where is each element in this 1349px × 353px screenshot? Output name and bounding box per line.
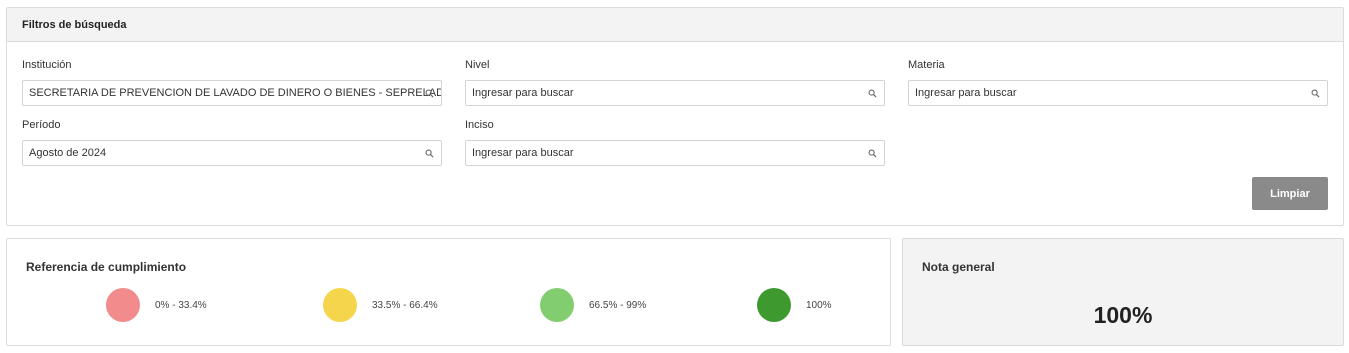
filters-panel: Filtros de búsqueda Institución SECRETAR… [6, 7, 1344, 226]
legend-dot-light-green [540, 288, 574, 322]
periodo-input[interactable]: Agosto de 2024 [22, 140, 442, 166]
periodo-value: Agosto de 2024 [29, 147, 107, 159]
nivel-placeholder: Ingresar para buscar [472, 87, 574, 99]
institucion-input[interactable]: SECRETARIA DE PREVENCION DE LAVADO DE DI… [22, 80, 442, 106]
inciso-field: Inciso Ingresar para buscar [465, 118, 885, 166]
legend-item-low: 0% - 33.4% [106, 288, 207, 322]
legend-dot-red [106, 288, 140, 322]
institucion-value: SECRETARIA DE PREVENCION DE LAVADO DE DI… [29, 87, 441, 99]
legend-label-high: 66.5% - 99% [589, 299, 647, 311]
materia-field: Materia Ingresar para buscar [908, 58, 1328, 106]
filters-title: Filtros de búsqueda [22, 18, 127, 31]
grade-value: 100% [1093, 302, 1153, 328]
search-icon[interactable] [425, 149, 434, 158]
clear-button[interactable]: Limpiar [1252, 177, 1328, 210]
search-icon[interactable] [1311, 89, 1320, 98]
nivel-input[interactable]: Ingresar para buscar [465, 80, 885, 106]
legend-dot-yellow [323, 288, 357, 322]
legend-label-full: 100% [806, 299, 832, 311]
legend-item-full: 100% [757, 288, 832, 322]
grade-panel: Nota general 100% [902, 238, 1344, 346]
grade-title: Nota general [922, 260, 995, 274]
materia-label: Materia [908, 59, 945, 71]
search-icon[interactable] [425, 89, 434, 98]
search-icon[interactable] [868, 149, 877, 158]
legend-dot-dark-green [757, 288, 791, 322]
inciso-placeholder: Ingresar para buscar [472, 147, 574, 159]
reference-title: Referencia de cumplimiento [26, 260, 187, 274]
materia-placeholder: Ingresar para buscar [915, 87, 1017, 99]
reference-panel: Referencia de cumplimiento 0% - 33.4% 33… [6, 238, 891, 346]
periodo-label: Período [22, 119, 61, 131]
nivel-field: Nivel Ingresar para buscar [465, 58, 885, 106]
legend-item-medium: 33.5% - 66.4% [323, 288, 438, 322]
legend-label-medium: 33.5% - 66.4% [372, 299, 438, 311]
filters-header: Filtros de búsqueda [7, 8, 1343, 42]
nivel-label: Nivel [465, 59, 490, 71]
legend-label-low: 0% - 33.4% [155, 299, 207, 311]
inciso-label: Inciso [465, 119, 494, 131]
inciso-input[interactable]: Ingresar para buscar [465, 140, 885, 166]
institucion-label: Institución [22, 59, 72, 71]
search-icon[interactable] [868, 89, 877, 98]
legend-item-high: 66.5% - 99% [540, 288, 646, 322]
materia-input[interactable]: Ingresar para buscar [908, 80, 1328, 106]
institucion-field: Institución SECRETARIA DE PREVENCION DE … [22, 58, 442, 106]
periodo-field: Período Agosto de 2024 [22, 118, 442, 166]
